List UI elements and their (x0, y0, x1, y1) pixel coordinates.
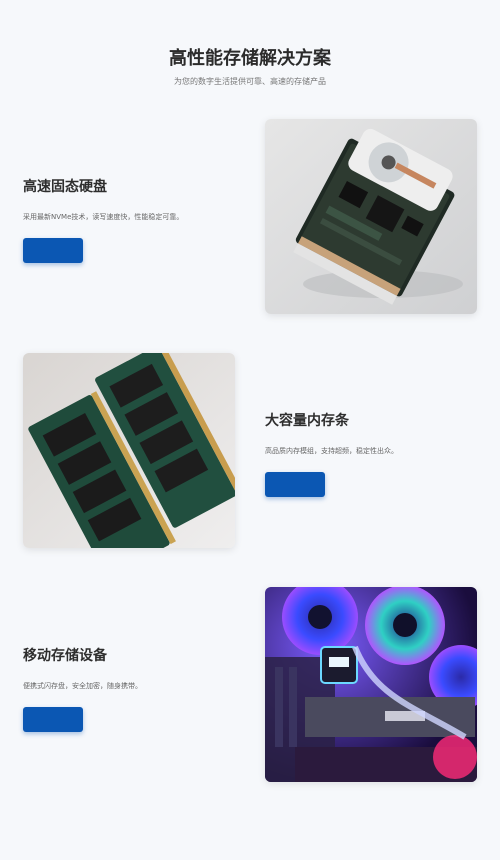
product-ram-button[interactable] (265, 472, 325, 497)
product-title: 高速固态硬盘 (23, 179, 107, 195)
product-card-portable: 移动存储设备 便携式闪存盘，安全加密，随身携带。 (23, 647, 233, 732)
product-title: 大容量内存条 (265, 413, 349, 429)
product-description: 采用最新NVMe技术，读写速度快，性能稳定可靠。 (23, 213, 184, 221)
ram-module-image (23, 353, 235, 548)
hard-drive-image (265, 119, 477, 314)
product-description: 便携式闪存盘，安全加密，随身携带。 (23, 682, 142, 690)
page-subtitle: 为您的数字生活提供可靠、高速的存储产品 (174, 77, 326, 86)
product-ssd-button[interactable] (23, 238, 83, 263)
product-description: 高品质内存模组，支持超频，稳定性出众。 (265, 447, 398, 455)
product-title: 移动存储设备 (23, 648, 107, 664)
product-portable-button[interactable] (23, 707, 83, 732)
pc-interior-image (265, 587, 477, 782)
product-card-ram: 大容量内存条 高品质内存模组，支持超频，稳定性出众。 (265, 412, 475, 497)
product-card-ssd: 高速固态硬盘 采用最新NVMe技术，读写速度快，性能稳定可靠。 (23, 178, 233, 263)
page-title: 高性能存储解决方案 (169, 48, 331, 69)
